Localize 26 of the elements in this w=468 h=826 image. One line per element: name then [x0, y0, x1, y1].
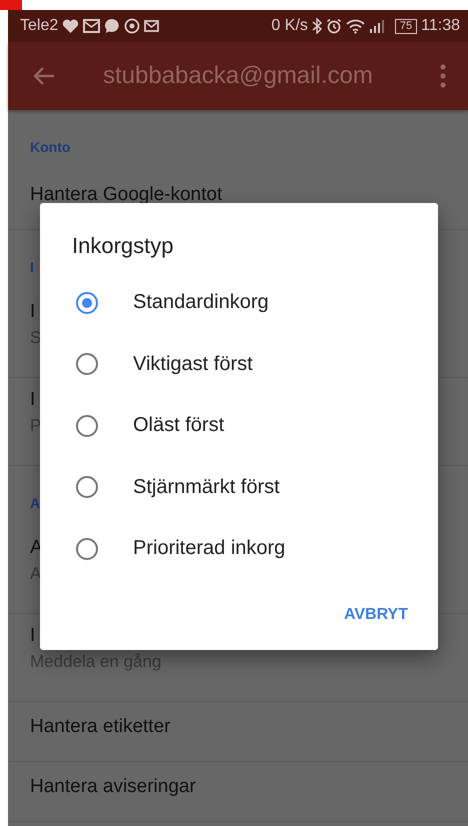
carrier-text: Tele2 [20, 17, 58, 35]
battery-level: 75 [394, 18, 418, 34]
speed-text: 0 K/s [271, 17, 308, 35]
radio-option[interactable]: Prioriterad inkorg [40, 518, 438, 580]
chat-icon [104, 18, 120, 34]
section-header: I [30, 259, 34, 275]
radio-option[interactable]: Oläst först [40, 395, 438, 456]
clock-text: 11:38 [421, 17, 460, 35]
radio-option[interactable]: Standardinkorg [40, 272, 438, 334]
signal-icon [368, 19, 387, 33]
wifi-icon [346, 18, 365, 34]
mail-icon [144, 20, 160, 32]
heart-icon [62, 18, 80, 34]
menu-icon[interactable] [440, 64, 446, 88]
back-arrow-icon[interactable] [33, 66, 55, 86]
section-header: Konto [30, 139, 70, 155]
logo-mark [0, 0, 22, 10]
section-header: A [30, 495, 40, 511]
bluetooth-icon [312, 18, 322, 34]
mail-icon [83, 19, 100, 33]
alarm-icon [326, 18, 342, 34]
radio-option[interactable]: Stjärnmärkt först [40, 456, 438, 518]
account-title: stubbabacka@gmail.com [103, 62, 374, 90]
radio-option[interactable]: Viktigast först [40, 334, 438, 395]
dialog-title: Inkorgstyp [72, 232, 174, 260]
phone-chat-icon [124, 18, 140, 34]
